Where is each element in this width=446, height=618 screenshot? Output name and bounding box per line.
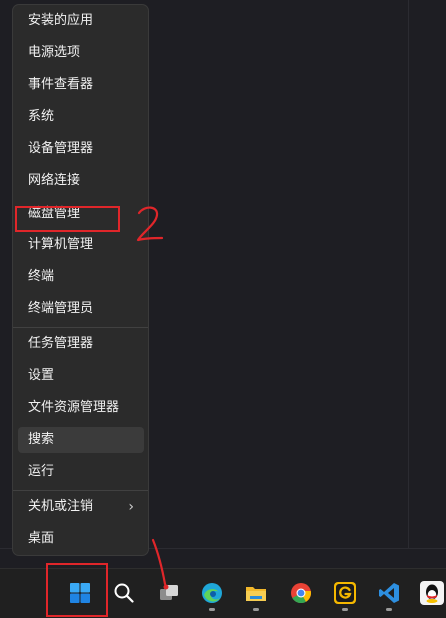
search-icon: [114, 583, 134, 603]
chevron-right-icon: ›: [128, 499, 134, 515]
menu-item-device-manager[interactable]: 设备管理器: [18, 136, 144, 162]
menu-item-run[interactable]: 运行: [18, 459, 144, 485]
task-view-icon: [160, 585, 178, 600]
vscode-icon: [379, 583, 399, 603]
menu-separator: [13, 327, 148, 328]
running-indicator: [253, 608, 259, 611]
menu-item-event-viewer[interactable]: 事件查看器: [18, 72, 144, 98]
menu-item-settings[interactable]: 设置: [18, 363, 144, 389]
chrome-icon: [291, 583, 312, 604]
file-explorer-button[interactable]: [238, 575, 274, 611]
running-indicator: [386, 608, 392, 611]
start-icon: [70, 583, 90, 603]
edge-button[interactable]: [194, 575, 230, 611]
running-indicator: [209, 608, 215, 611]
background-divider: [408, 0, 409, 548]
menu-item-system[interactable]: 系统: [18, 104, 144, 130]
edge-icon: [202, 583, 222, 603]
menu-item-installed-apps[interactable]: 安装的应用: [18, 8, 144, 34]
app-g-button[interactable]: [327, 575, 363, 611]
menu-item-desktop[interactable]: 桌面: [18, 526, 144, 552]
menu-item-search[interactable]: 搜索: [18, 427, 144, 453]
qq-icon: [420, 581, 444, 605]
menu-item-file-explorer[interactable]: 文件资源管理器: [18, 395, 144, 421]
chrome-button[interactable]: [283, 575, 319, 611]
menu-separator: [13, 490, 148, 491]
menu-item-terminal[interactable]: 终端: [18, 264, 144, 290]
menu-item-computer-management[interactable]: 计算机管理: [18, 232, 144, 258]
start-button[interactable]: [62, 575, 98, 611]
start-context-menu: 安装的应用 电源选项 事件查看器 系统 设备管理器 网络连接 磁盘管理 计算机管…: [12, 4, 149, 556]
menu-item-terminal-admin[interactable]: 终端管理员: [18, 296, 144, 322]
running-indicator: [342, 608, 348, 611]
taskbar: [0, 568, 446, 618]
task-view-button[interactable]: [151, 575, 187, 611]
menu-item-network-connections[interactable]: 网络连接: [18, 168, 144, 194]
menu-item-label: 关机或注销: [28, 499, 94, 514]
menu-item-task-manager[interactable]: 任务管理器: [18, 331, 144, 357]
search-button[interactable]: [106, 575, 142, 611]
vscode-button[interactable]: [371, 575, 407, 611]
menu-item-shutdown-signout[interactable]: 关机或注销 ›: [18, 494, 144, 520]
qq-button[interactable]: [414, 575, 446, 611]
menu-item-disk-management[interactable]: 磁盘管理: [18, 201, 144, 227]
app-g-icon: [334, 582, 356, 604]
menu-item-power-options[interactable]: 电源选项: [18, 40, 144, 66]
file-explorer-icon: [246, 587, 266, 601]
